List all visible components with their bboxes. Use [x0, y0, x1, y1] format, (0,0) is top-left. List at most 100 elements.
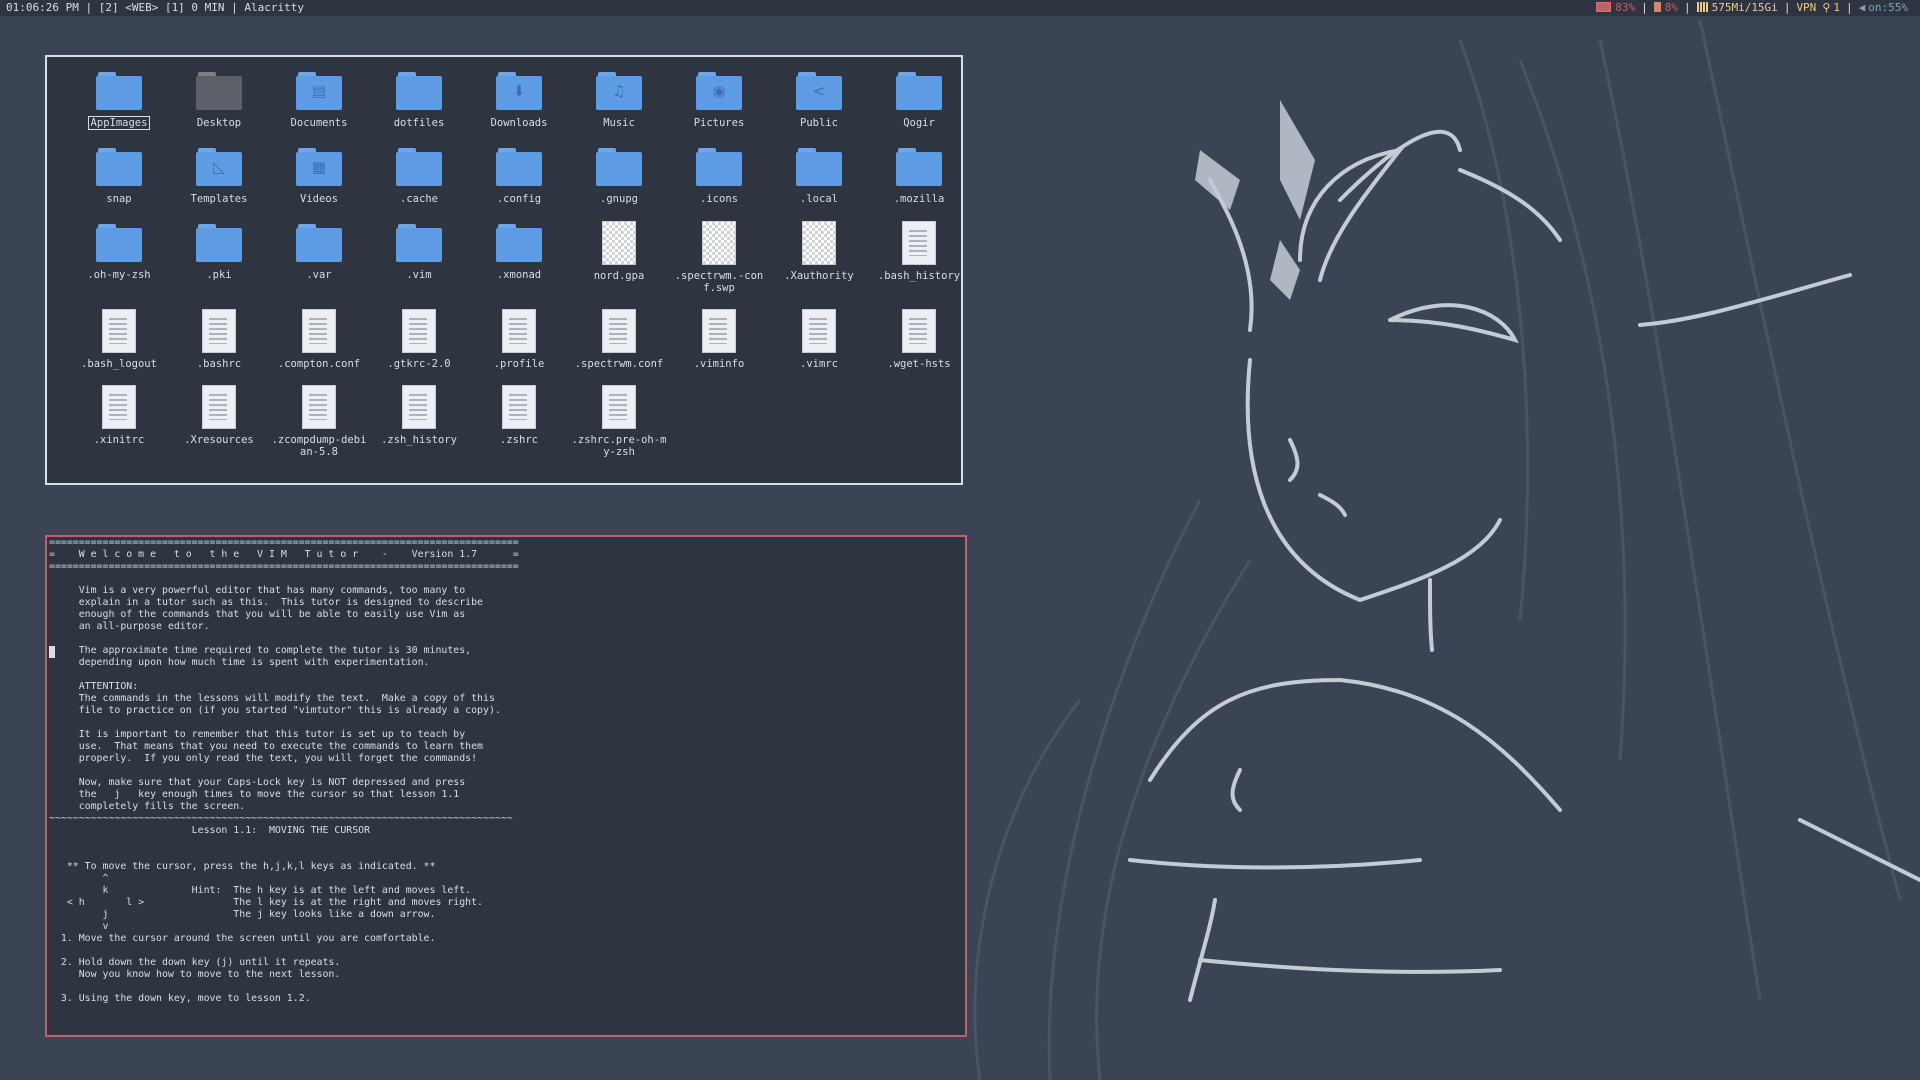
file-item[interactable]: Desktop [169, 69, 269, 145]
text-file-icon [702, 309, 736, 353]
folder-icon [496, 148, 542, 188]
folder-icon [196, 72, 242, 112]
file-item[interactable]: .bashrc [169, 309, 269, 385]
file-item[interactable]: .Xauthority [769, 221, 869, 309]
folder-icon: ♫ [596, 72, 642, 112]
file-name: Pictures [693, 117, 745, 129]
file-item[interactable]: .var [269, 221, 369, 309]
file-item[interactable]: .xmonad [469, 221, 569, 309]
terminal-window[interactable]: ========================================… [45, 535, 967, 1037]
file-name: .Xauthority [784, 270, 854, 282]
file-item[interactable]: .vim [369, 221, 469, 309]
file-item[interactable]: .wget-hsts [869, 309, 969, 385]
file-item[interactable]: dotfiles [369, 69, 469, 145]
file-item[interactable]: < Public [769, 69, 869, 145]
file-item[interactable]: .zsh_history [369, 385, 469, 473]
vimtutor-text: ========================================… [49, 537, 519, 1004]
file-name: .compton.conf [277, 358, 361, 370]
file-item[interactable]: ◉ Pictures [669, 69, 769, 145]
file-item[interactable]: .cache [369, 145, 469, 221]
folder-icon [396, 148, 442, 188]
file-item[interactable]: .gnupg [569, 145, 669, 221]
text-file-icon [902, 309, 936, 353]
file-item[interactable]: .Xresources [169, 385, 269, 473]
file-item[interactable]: snap [69, 145, 169, 221]
file-item[interactable]: .zcompdump-debian-5.8 [269, 385, 369, 473]
speaker-icon: ◀ [1858, 1, 1866, 14]
file-item[interactable]: ▤ Documents [269, 69, 369, 145]
file-name: .zsh_history [381, 434, 457, 446]
folder-icon: ◺ [196, 148, 242, 188]
file-name: .bashrc [196, 358, 242, 370]
file-name: .zshrc [500, 434, 538, 446]
file-item[interactable]: AppImages [69, 69, 169, 145]
file-item[interactable]: .spectrwm.-conf.swp [669, 221, 769, 309]
file-name: .bash_logout [81, 358, 157, 370]
file-item[interactable]: .config [469, 145, 569, 221]
file-name: .vimrc [800, 358, 838, 370]
file-name: .bash_history [877, 270, 961, 282]
file-manager-window: AppImages Desktop ▤ Documents dotfiles ⬇ Downl… [45, 55, 963, 485]
file-item[interactable]: .compton.conf [269, 309, 369, 385]
folder-icon [496, 224, 542, 264]
file-name: nord.gpa [593, 270, 645, 282]
file-name: .mozilla [893, 193, 945, 205]
folder-icon [796, 148, 842, 188]
file-name: .xinitrc [93, 434, 145, 446]
file-item[interactable]: .viminfo [669, 309, 769, 385]
file-item[interactable]: ♫ Music [569, 69, 669, 145]
folder-icon [896, 148, 942, 188]
file-name: .icons [700, 193, 738, 205]
file-item[interactable]: ◺ Templates [169, 145, 269, 221]
file-name: snap [106, 193, 132, 205]
file-item[interactable]: .spectrwm.conf [569, 309, 669, 385]
text-file-icon [102, 309, 136, 353]
file-name: Desktop [196, 117, 242, 129]
file-name: .xmonad [496, 269, 542, 281]
file-name: AppImages [87, 116, 151, 130]
file-item[interactable]: .bash_logout [69, 309, 169, 385]
file-item[interactable]: .local [769, 145, 869, 221]
text-file-icon [302, 309, 336, 353]
status-bar: 01:06:26 PM | [2] <WEB> [1] 0 MIN | Alac… [0, 0, 1920, 16]
file-name: .config [496, 193, 542, 205]
vpn-indicator: VPN [1796, 1, 1817, 14]
folder-icon: < [796, 72, 842, 112]
file-item[interactable]: ▦ Videos [269, 145, 369, 221]
file-item[interactable]: nord.gpa [569, 221, 669, 309]
text-file-icon [602, 309, 636, 353]
file-item[interactable]: Qogir [869, 69, 969, 145]
file-name: .pki [206, 269, 232, 281]
file-item[interactable]: .zshrc.pre-oh-my-zsh [569, 385, 669, 473]
binary-file-icon [702, 221, 736, 265]
cpu-icon [1653, 2, 1661, 12]
file-item[interactable]: .mozilla [869, 145, 969, 221]
file-item[interactable]: .gtkrc-2.0 [369, 309, 469, 385]
text-file-icon [902, 221, 936, 265]
file-item[interactable]: .bash_history [869, 221, 969, 309]
text-file-icon [402, 309, 436, 353]
file-name: Qogir [903, 117, 935, 129]
file-item[interactable]: .xinitrc [69, 385, 169, 473]
file-name: .viminfo [693, 358, 745, 370]
file-item[interactable]: ⬇ Downloads [469, 69, 569, 145]
file-grid: AppImages Desktop ▤ Documents dotfiles ⬇ Downl… [69, 69, 969, 473]
text-file-icon [302, 385, 336, 429]
binary-file-icon [802, 221, 836, 265]
folder-icon [96, 72, 142, 112]
file-name: Documents [290, 117, 348, 129]
file-name: .spectrwm.-conf.swp [674, 270, 764, 294]
workspace-info: 01:06:26 PM | [2] <WEB> [1] 0 MIN | Alac… [6, 1, 305, 14]
memory-indicator: 575Mi/15Gi [1696, 0, 1778, 16]
key-icon: ⚲ [1822, 1, 1831, 14]
file-name: Templates [190, 193, 248, 205]
folder-icon [96, 148, 142, 188]
file-item[interactable]: .pki [169, 221, 269, 309]
file-item[interactable]: .icons [669, 145, 769, 221]
file-item[interactable]: .zshrc [469, 385, 569, 473]
text-cursor [49, 646, 55, 658]
file-item[interactable]: .vimrc [769, 309, 869, 385]
file-item[interactable]: .oh-my-zsh [69, 221, 169, 309]
file-item[interactable]: .profile [469, 309, 569, 385]
folder-icon [596, 148, 642, 188]
